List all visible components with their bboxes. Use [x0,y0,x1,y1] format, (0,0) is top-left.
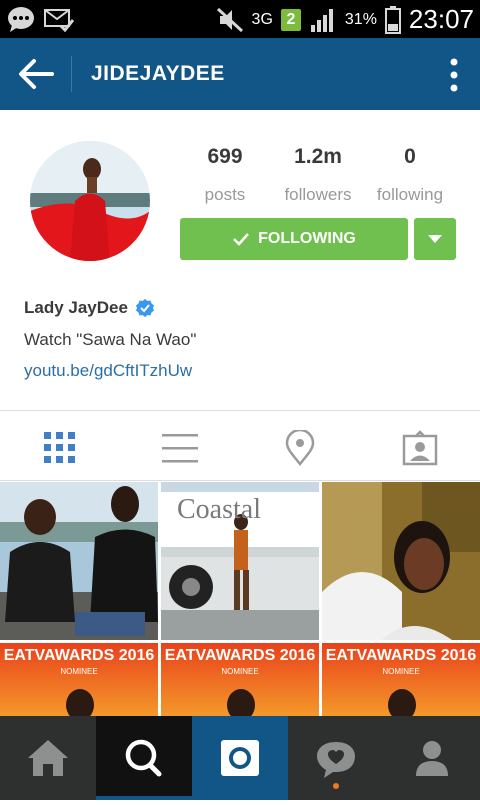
nav-profile[interactable] [384,716,480,800]
coastal-logo-text: Coastal [177,494,261,525]
triangle-down-icon [428,235,442,243]
nav-activity[interactable] [288,716,384,800]
checkmark-icon [233,233,250,246]
chat-icon [8,7,34,32]
grid-photo-6[interactable]: EATVAWARDS 2016 NOMINEE [322,643,480,718]
more-options-icon[interactable] [450,58,458,92]
battery-icon [384,5,401,34]
page-title: JIDEJAYDEE [91,62,225,85]
grid-photo-4[interactable]: EATVAWARDS 2016 NOMINEE [0,643,158,718]
grid-photo-3[interactable] [322,482,480,640]
list-view-icon[interactable] [160,430,200,466]
mail-check-icon [44,9,74,32]
award-nominee-text: NOMINEE [60,667,98,676]
nav-home[interactable] [0,716,96,800]
divider [0,480,480,481]
grid-photo-1[interactable] [0,482,158,640]
location-pin-icon[interactable] [280,430,320,466]
network-type: 3G [251,10,273,28]
award-title-text: EATVAWARDS 2016 [164,647,316,664]
divider [0,410,480,411]
battery-percent: 31% [344,10,377,28]
tagged-photos-icon[interactable] [400,430,440,466]
camera-icon [221,740,259,776]
following-stat[interactable]: 0 following [355,145,465,205]
profile-bio: Watch "Sawa Na Wao" [24,330,197,349]
activity-heart-icon [317,742,355,789]
profile-icon [416,741,448,776]
clock: 23:07 [408,4,474,34]
profile-name: Lady JayDee [24,298,128,317]
award-nominee-text: NOMINEE [382,667,420,676]
following-count: 0 [404,145,416,168]
status-bar: 3G 2 31% 23:07 [0,0,480,38]
nav-search[interactable] [96,716,192,800]
award-title-text: EATVAWARDS 2016 [3,647,155,664]
following-button-label: FOLLOWING [258,230,356,247]
top-app-bar: JIDEJAYDEE [0,38,480,110]
profile-name-row: Lady JayDee [24,298,155,318]
follow-options-dropdown[interactable] [414,218,456,260]
award-title-text: EATVAWARDS 2016 [325,647,477,664]
home-icon [28,740,68,776]
nav-camera[interactable] [192,716,288,800]
sim-badge: 2 [280,8,301,31]
back-arrow-icon[interactable] [16,56,56,92]
bottom-navigation [0,716,480,800]
following-button[interactable]: FOLLOWING [180,218,408,260]
mute-icon [216,7,243,32]
award-nominee-text: NOMINEE [221,667,259,676]
following-label: following [376,185,444,204]
grid-photo-5[interactable]: EATVAWARDS 2016 NOMINEE [161,643,319,718]
profile-avatar[interactable] [30,141,150,261]
verified-badge-icon [135,299,154,317]
signal-icon [310,8,333,32]
search-icon [96,739,192,800]
header-divider [71,56,72,92]
grid-view-icon[interactable] [40,430,80,466]
photo-grid: Coastal EATVAWARDS 2016 NOMINEE EATVAWAR… [0,482,480,718]
profile-link[interactable]: youtu.be/gdCftITzhUw [24,361,192,381]
grid-photo-2[interactable]: Coastal [161,482,319,640]
